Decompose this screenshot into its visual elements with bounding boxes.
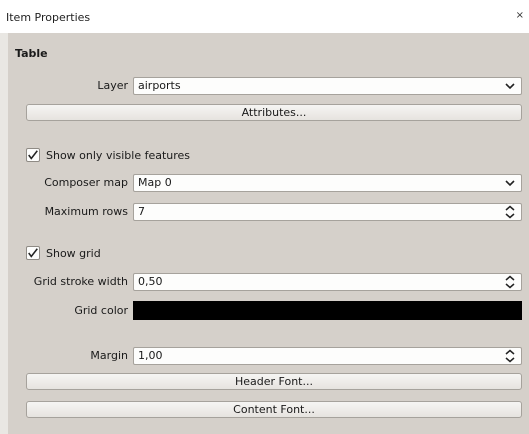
spin-arrows-icon[interactable] [504,349,516,363]
margin-value: 1,00 [138,349,163,362]
show-only-visible-checkbox[interactable] [26,148,40,162]
chevron-down-icon [505,83,515,90]
chevron-down-icon [505,180,515,187]
grid-stroke-width-label: Grid stroke width [33,275,128,288]
attributes-button[interactable]: Attributes... [26,104,522,121]
show-grid-label: Show grid [46,247,101,260]
checkmark-icon [28,150,38,160]
layer-label: Layer [97,79,128,92]
composer-map-label: Composer map [44,176,128,189]
content-font-button[interactable]: Content Font... [26,401,522,418]
grid-color-button[interactable] [133,301,522,320]
margin-spinbox[interactable]: 1,00 [133,347,522,365]
spin-arrows-icon[interactable] [504,275,516,289]
margin-label: Margin [90,349,128,362]
layer-combo[interactable]: airports [133,77,522,95]
layer-value: airports [138,79,181,92]
header-font-button[interactable]: Header Font... [26,373,522,390]
show-only-visible-label: Show only visible features [46,149,191,162]
spin-arrows-icon[interactable] [504,205,516,219]
checkmark-icon [28,248,38,258]
max-rows-label: Maximum rows [44,205,128,218]
show-grid-checkbox[interactable] [26,246,40,260]
grid-color-label: Grid color [74,304,128,317]
max-rows-value: 7 [138,205,145,218]
dock-titlebar: Item Properties × [0,0,529,33]
section-title: Table [15,47,48,60]
grid-stroke-width-spinbox[interactable]: 0,50 [133,273,522,291]
composer-map-value: Map 0 [138,176,172,189]
max-rows-spinbox[interactable]: 7 [133,203,522,221]
item-properties-panel: Item Properties × Table Layer airports A… [0,0,529,434]
close-icon[interactable]: × [516,10,524,21]
dock-title: Item Properties [6,11,91,24]
composer-map-combo[interactable]: Map 0 [133,174,522,192]
grid-stroke-width-value: 0,50 [138,275,163,288]
